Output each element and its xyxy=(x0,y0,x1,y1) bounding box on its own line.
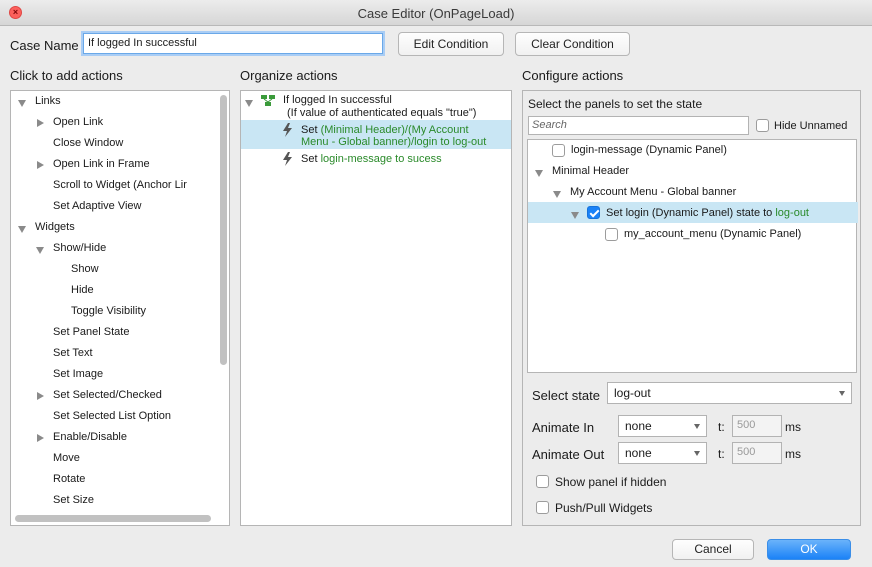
animate-in-ms: ms xyxy=(785,420,801,434)
organize-actions-tree: If logged In successful (If value of aut… xyxy=(240,90,512,526)
push-pull-checkbox[interactable] xyxy=(536,501,549,514)
tree-item-hide[interactable]: Hide xyxy=(71,284,94,296)
organize-actions-header: Organize actions xyxy=(240,68,338,83)
tree-item-set-adaptive-view[interactable]: Set Adaptive View xyxy=(53,200,141,212)
action-1-target: (Minimal Header)/(My Account xyxy=(320,124,469,136)
animate-out-label: Animate Out xyxy=(532,447,605,462)
panel-login-state: log-out xyxy=(775,207,809,219)
edit-condition-button[interactable]: Edit Condition xyxy=(398,32,504,56)
animate-in-value: none xyxy=(625,419,652,433)
add-actions-header: Click to add actions xyxy=(10,68,123,83)
panel-state-tree: login-message (Dynamic Panel) Minimal He… xyxy=(527,139,858,373)
panel-search-input[interactable]: Search xyxy=(528,116,749,135)
window-title: Case Editor (OnPageLoad) xyxy=(357,6,515,21)
animate-in-label: Animate In xyxy=(532,420,595,435)
tree-item-set-size[interactable]: Set Size xyxy=(53,494,94,506)
tree-group-widgets[interactable]: Widgets xyxy=(18,221,75,233)
animate-out-dropdown[interactable]: none xyxy=(618,442,707,464)
my-account-menu-checkbox[interactable] xyxy=(605,228,618,241)
hide-unnamed-label: Hide Unnamed xyxy=(774,120,848,132)
panel-login-set-state[interactable]: Set login (Dynamic Panel) state to log-o… xyxy=(606,207,809,219)
hide-unnamed-checkbox[interactable] xyxy=(756,119,769,132)
case-title[interactable]: If logged In successful xyxy=(283,94,392,106)
configure-actions-header: Configure actions xyxy=(522,68,624,83)
animate-out-duration[interactable]: 500 xyxy=(732,442,782,464)
tree-item-move[interactable]: Move xyxy=(53,452,80,464)
show-if-hidden-label: Show panel if hidden xyxy=(555,475,667,489)
animate-in-t-label: t: xyxy=(718,420,725,434)
tree-item-enable-disable[interactable]: Enable/Disable xyxy=(37,431,127,443)
vertical-scrollbar[interactable] xyxy=(220,95,227,365)
tree-item-open-link[interactable]: Open Link xyxy=(36,116,103,128)
clear-condition-button[interactable]: Clear Condition xyxy=(515,32,630,56)
login-panel-checkbox[interactable] xyxy=(587,206,600,219)
case-name-input[interactable]: If logged In successful xyxy=(83,33,383,54)
chevron-down-icon xyxy=(839,391,845,396)
show-if-hidden-checkbox[interactable] xyxy=(536,475,549,488)
select-state-value: log-out xyxy=(614,386,651,400)
animate-out-t-label: t: xyxy=(718,447,725,461)
cancel-button[interactable]: Cancel xyxy=(672,539,754,560)
lightning-icon xyxy=(283,123,292,137)
chevron-down-icon xyxy=(694,424,700,429)
horizontal-scrollbar[interactable] xyxy=(15,515,211,522)
tree-item-scroll-to-widget[interactable]: Scroll to Widget (Anchor Lir xyxy=(53,179,187,191)
ok-button[interactable]: OK xyxy=(767,539,851,560)
tree-item-close-window[interactable]: Close Window xyxy=(53,137,123,149)
panel-my-account-menu[interactable]: My Account Menu - Global banner xyxy=(552,186,736,198)
panel-my-account-menu-dynamic[interactable]: my_account_menu (Dynamic Panel) xyxy=(624,228,801,240)
push-pull-label: Push/Pull Widgets xyxy=(555,501,653,515)
lightning-icon xyxy=(283,152,292,166)
tree-item-set-image[interactable]: Set Image xyxy=(53,368,103,380)
panel-login-message[interactable]: login-message (Dynamic Panel) xyxy=(571,144,727,156)
add-actions-tree: Links Open Link Close Window Open Link i… xyxy=(10,90,230,526)
tree-group-links[interactable]: Links xyxy=(18,95,61,107)
panel-minimal-header[interactable]: Minimal Header xyxy=(534,165,629,177)
case-name-label: Case Name xyxy=(10,38,79,53)
action-2[interactable]: Set login-message to sucess xyxy=(301,153,442,165)
chevron-down-icon xyxy=(694,451,700,456)
tree-item-toggle-visibility[interactable]: Toggle Visibility xyxy=(71,305,146,317)
animate-out-value: none xyxy=(625,446,652,460)
action-2-prefix: Set xyxy=(301,153,321,165)
tree-item-rotate[interactable]: Rotate xyxy=(53,473,85,485)
title-bar: × Case Editor (OnPageLoad) xyxy=(0,0,872,26)
tree-item-set-panel-state[interactable]: Set Panel State xyxy=(53,326,129,338)
select-state-dropdown[interactable]: log-out xyxy=(607,382,852,404)
tree-item-show-hide[interactable]: Show/Hide xyxy=(35,242,106,254)
tree-item-set-text[interactable]: Set Text xyxy=(53,347,93,359)
configure-actions-panel: Select the panels to set the state Searc… xyxy=(522,90,861,526)
select-state-label: Select state xyxy=(532,388,600,403)
animate-out-ms: ms xyxy=(785,447,801,461)
login-message-checkbox[interactable] xyxy=(552,144,565,157)
animate-in-duration[interactable]: 500 xyxy=(732,415,782,437)
case-flow-icon xyxy=(261,95,275,106)
tree-item-show[interactable]: Show xyxy=(71,263,99,275)
panel-login-prefix: Set login (Dynamic Panel) state to xyxy=(606,207,776,219)
tree-item-set-selected-checked[interactable]: Set Selected/Checked xyxy=(37,389,162,401)
action-1-line-1[interactable]: Set (Minimal Header)/(My Account xyxy=(301,124,469,136)
tree-item-set-selected-list-option[interactable]: Set Selected List Option xyxy=(53,410,171,422)
action-1-prefix: Set xyxy=(301,124,321,136)
animate-in-dropdown[interactable]: none xyxy=(618,415,707,437)
select-panels-label: Select the panels to set the state xyxy=(528,97,703,111)
case-condition: (If value of authenticated equals "true"… xyxy=(287,107,477,119)
action-1-line-2[interactable]: Menu - Global banner)/login to log-out xyxy=(301,136,486,148)
tree-item-open-link-in-frame[interactable]: Open Link in Frame xyxy=(37,158,150,170)
action-2-target: login-message to sucess xyxy=(320,153,442,165)
